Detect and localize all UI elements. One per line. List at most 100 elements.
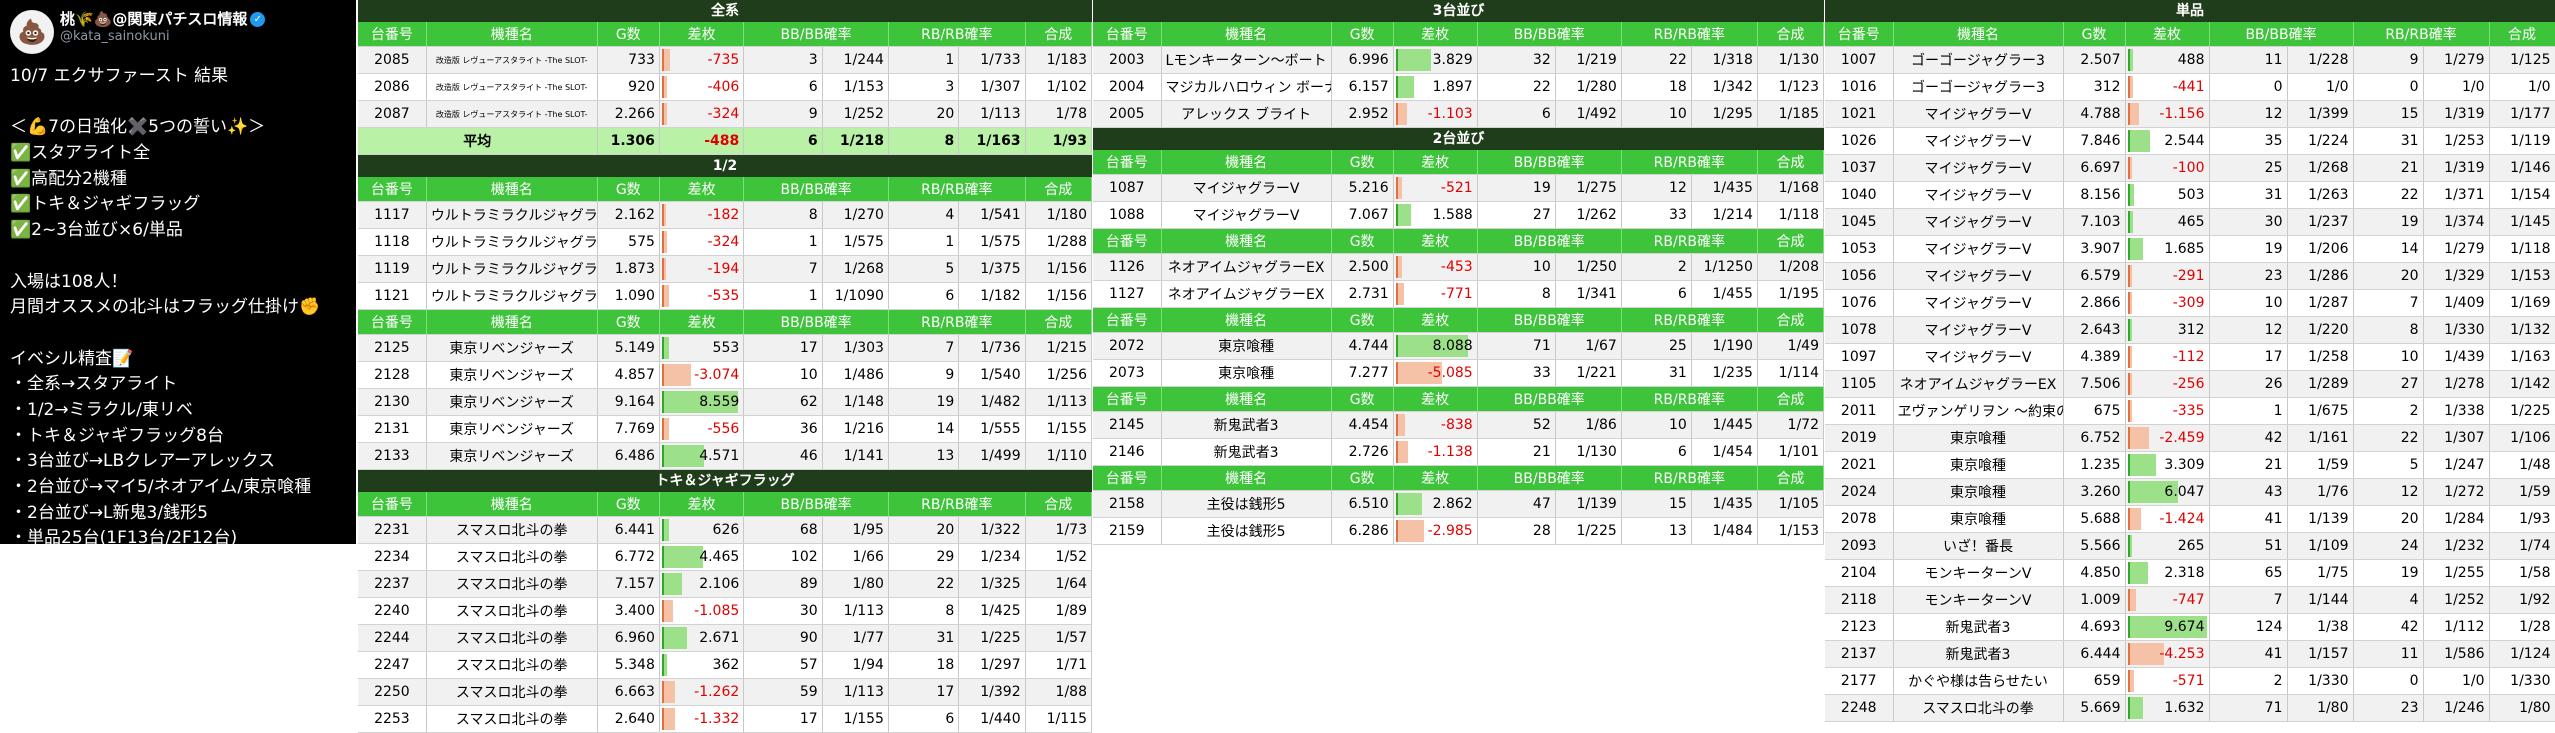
column-header[interactable]: G数 <box>597 177 660 202</box>
column-header[interactable]: RB/RB確率 <box>1621 466 1758 491</box>
column-header[interactable]: BB/BB確率 <box>2209 22 2354 47</box>
column-header[interactable]: 合成 <box>1757 22 1825 47</box>
column-header[interactable]: 合成 <box>1757 308 1825 333</box>
column-header[interactable]: 機種名 <box>1893 22 2064 47</box>
table-row[interactable]: 1037 マイジャグラーV 6.697 -100 25 1/268 21 1/319 1/146 <box>1825 154 2555 182</box>
column-header[interactable]: G数 <box>2063 22 2126 47</box>
column-header[interactable]: 台番号 <box>358 177 427 202</box>
column-header[interactable]: G数 <box>1331 22 1394 47</box>
column-header[interactable]: RB/RB確率 <box>1621 229 1758 254</box>
column-header[interactable]: RB/RB確率 <box>1621 387 1758 412</box>
table-row[interactable]: 2003Lモンキーターン～ボートトリガー6.9963.829321/219221… <box>1093 46 1825 74</box>
column-header[interactable]: 機種名 <box>1161 229 1332 254</box>
table-row[interactable]: 2086 改造版 レヴューアスタライト -The SLOT- 920 -406 6 1/1… <box>358 73 1093 101</box>
column-header[interactable]: 差枚 <box>659 22 745 47</box>
user-handle[interactable]: @kata_sainokuni <box>60 29 170 44</box>
column-header[interactable]: BB/BB確率 <box>1477 229 1622 254</box>
table-row[interactable]: 2024 東京喰種 3.260 6.047 43 1/76 12 1/272 1/59 <box>1825 478 2555 506</box>
column-header[interactable]: G数 <box>1331 387 1394 412</box>
table-row[interactable]: 2093 いざ！番長 5.566 265 51 1/109 24 1/232 1/74 <box>1825 532 2555 560</box>
table-row[interactable]: 1118 ウルトラミラクルジャグラー 575 -324 1 1/575 1 1/575 1/28… <box>358 228 1093 256</box>
column-header[interactable]: 差枚 <box>659 492 745 517</box>
column-header[interactable]: 台番号 <box>358 492 427 517</box>
column-header[interactable]: G数 <box>597 492 660 517</box>
column-header[interactable]: G数 <box>1331 229 1394 254</box>
column-header[interactable]: 差枚 <box>1393 387 1478 412</box>
table-row[interactable]: 2240 スマスロ北斗の拳 3.400 -1.085 30 1/113 8 1/425 1/89 <box>358 597 1093 625</box>
column-header[interactable]: BB/BB確率 <box>743 177 889 202</box>
column-header[interactable]: 機種名 <box>426 492 598 517</box>
column-header[interactable]: 台番号 <box>1093 387 1162 412</box>
column-header[interactable]: 差枚 <box>1393 22 1478 47</box>
column-header[interactable]: 機種名 <box>426 177 598 202</box>
column-header[interactable]: RB/RB確率 <box>1621 22 1758 47</box>
column-header[interactable]: 台番号 <box>1093 150 1162 175</box>
column-header[interactable]: 差枚 <box>659 310 745 335</box>
table-row[interactable]: 2248 スマスロ北斗の拳 5.669 1.632 71 1/80 23 1/246 1/80 <box>1825 694 2555 722</box>
table-row[interactable]: 1121 ウルトラミラクルジャグラー 1.090 -535 1 1/1090 6 1/182 1… <box>358 282 1093 310</box>
table-row[interactable]: 2130 東京リベンジャーズ 9.164 8.559 62 1/148 19 1/482 1/1… <box>358 388 1093 416</box>
table-row[interactable]: 1088 マイジャグラーV 7.067 1.588 27 1/262 33 1/214 1/11… <box>1093 201 1825 229</box>
table-row[interactable]: 2123 新鬼武者3 4.693 9.674 124 1/38 42 1/112 1/28 <box>1825 613 2555 641</box>
column-header[interactable]: 合成 <box>1757 150 1825 175</box>
table-row[interactable]: 2159 主役は銭形5 6.286 -2.985 28 1/225 13 1/484 1/153 <box>1093 517 1825 545</box>
column-header[interactable]: G数 <box>597 22 660 47</box>
column-header[interactable]: BB/BB確率 <box>1477 22 1622 47</box>
column-header[interactable]: 台番号 <box>1093 466 1162 491</box>
table-row[interactable]: 1126 ネオアイムジャグラーEX 2.500 -453 10 1/250 2 1/1250 1… <box>1093 253 1825 281</box>
table-row[interactable]: 2158 主役は銭形5 6.510 2.862 47 1/139 15 1/435 1/105 <box>1093 490 1825 518</box>
column-header[interactable]: RB/RB確率 <box>2353 22 2490 47</box>
table-row[interactable]: 2087 改造版 レヴューアスタライト -The SLOT- 2.266 -324 9 1… <box>358 100 1093 128</box>
table-row[interactable]: 2118 モンキーターンV 1.009 -747 7 1/144 4 1/252 1/92 <box>1825 586 2555 614</box>
column-header[interactable]: 差枚 <box>1393 466 1478 491</box>
column-header[interactable]: 機種名 <box>1161 308 1332 333</box>
column-header[interactable]: 合成 <box>1757 229 1825 254</box>
table-row[interactable]: 2085 改造版 レヴューアスタライト -The SLOT- 733 -735 3 1/2… <box>358 46 1093 74</box>
column-header[interactable]: 台番号 <box>1093 229 1162 254</box>
table-row[interactable]: 2237 スマスロ北斗の拳 7.157 2.106 89 1/80 22 1/325 1/64 <box>358 570 1093 598</box>
table-row[interactable]: 2125 東京リベンジャーズ 5.149 553 17 1/303 7 1/736 1/215 <box>358 334 1093 362</box>
column-header[interactable]: 合成 <box>1757 466 1825 491</box>
table-row[interactable]: 2137 新鬼武者3 6.444 -4.253 41 1/157 11 1/586 1/124 <box>1825 640 2555 668</box>
column-header[interactable]: 合成 <box>1025 22 1093 47</box>
column-header[interactable]: G数 <box>597 310 660 335</box>
table-row[interactable]: 2078 東京喰種 5.688 -1.424 41 1/139 20 1/284 1/93 <box>1825 505 2555 533</box>
table-row[interactable]: 2145 新鬼武者3 4.454 -838 52 1/86 10 1/445 1/72 <box>1093 411 1825 439</box>
table-row[interactable]: 2133 東京リベンジャーズ 6.486 4.571 46 1/141 13 1/499 1/1… <box>358 442 1093 470</box>
column-header[interactable]: 合成 <box>1025 177 1093 202</box>
column-header[interactable]: 台番号 <box>1093 22 1162 47</box>
column-header[interactable]: 機種名 <box>1161 22 1332 47</box>
table-row[interactable]: 2131 東京リベンジャーズ 7.769 -556 36 1/216 14 1/555 1/15… <box>358 415 1093 443</box>
table-row[interactable]: 1040 マイジャグラーV 8.156 503 31 1/263 22 1/371 1/154 <box>1825 181 2555 209</box>
column-header[interactable]: RB/RB確率 <box>1621 150 1758 175</box>
column-header[interactable]: 台番号 <box>358 22 427 47</box>
table-row[interactable]: 2247 スマスロ北斗の拳 5.348 362 57 1/94 18 1/297 1/71 <box>358 651 1093 679</box>
column-header[interactable]: 台番号 <box>1825 22 1894 47</box>
column-header[interactable]: 合成 <box>1025 492 1093 517</box>
column-header[interactable]: RB/RB確率 <box>888 22 1026 47</box>
column-header[interactable]: 機種名 <box>426 22 598 47</box>
column-header[interactable]: RB/RB確率 <box>888 310 1026 335</box>
table-row[interactable]: 2234 スマスロ北斗の拳 6.772 4.465 102 1/66 29 1/234 1/52 <box>358 543 1093 571</box>
table-row[interactable]: 1087 マイジャグラーV 5.216 -521 19 1/275 12 1/435 1/168 <box>1093 174 1825 202</box>
table-row[interactable]: 1119 ウルトラミラクルジャグラー 1.873 -194 7 1/268 5 1/375 1/… <box>358 255 1093 283</box>
table-row[interactable]: 1053 マイジャグラーV 3.907 1.685 19 1/206 14 1/279 1/11… <box>1825 235 2555 263</box>
table-row[interactable]: 2072 東京喰種 4.744 8.088 71 1/67 25 1/190 1/49 <box>1093 332 1825 360</box>
column-header[interactable]: 機種名 <box>426 310 598 335</box>
column-header[interactable]: 差枚 <box>1393 229 1478 254</box>
display-name[interactable]: 桃🌾💩@関東パチスロ情報 ✓ <box>60 8 266 29</box>
table-row[interactable]: 2021 東京喰種 1.235 3.309 21 1/59 5 1/247 1/48 <box>1825 451 2555 479</box>
table-row[interactable]: 2073 東京喰種 7.277 -5.085 33 1/221 31 1/235 1/114 <box>1093 359 1825 387</box>
column-header[interactable]: 機種名 <box>1161 387 1332 412</box>
table-row[interactable]: 2019 東京喰種 6.752 -2.459 42 1/161 22 1/307 1/106 <box>1825 424 2555 452</box>
table-row[interactable]: 2253 スマスロ北斗の拳 2.640 -1.332 17 1/155 6 1/440 1/11… <box>358 705 1093 733</box>
table-row[interactable]: 1045 マイジャグラーV 7.103 465 30 1/237 19 1/374 1/145 <box>1825 208 2555 236</box>
table-row[interactable]: 1056 マイジャグラーV 6.579 -291 23 1/286 20 1/329 1/153 <box>1825 262 2555 290</box>
column-header[interactable]: 台番号 <box>1093 308 1162 333</box>
table-row[interactable]: 1117 ウルトラミラクルジャグラー 2.162 -182 8 1/270 4 1/541 1/… <box>358 201 1093 229</box>
table-row[interactable]: 2011ヱヴァンゲリヲン ～約束の扉～675 -33511/67521/3381/… <box>1825 397 2555 425</box>
column-header[interactable]: 差枚 <box>1393 308 1478 333</box>
column-header[interactable]: 差枚 <box>1393 150 1478 175</box>
table-row[interactable]: 2231 スマスロ北斗の拳 6.441 626 68 1/95 20 1/322 1/73 <box>358 516 1093 544</box>
column-header[interactable]: 差枚 <box>2125 22 2210 47</box>
